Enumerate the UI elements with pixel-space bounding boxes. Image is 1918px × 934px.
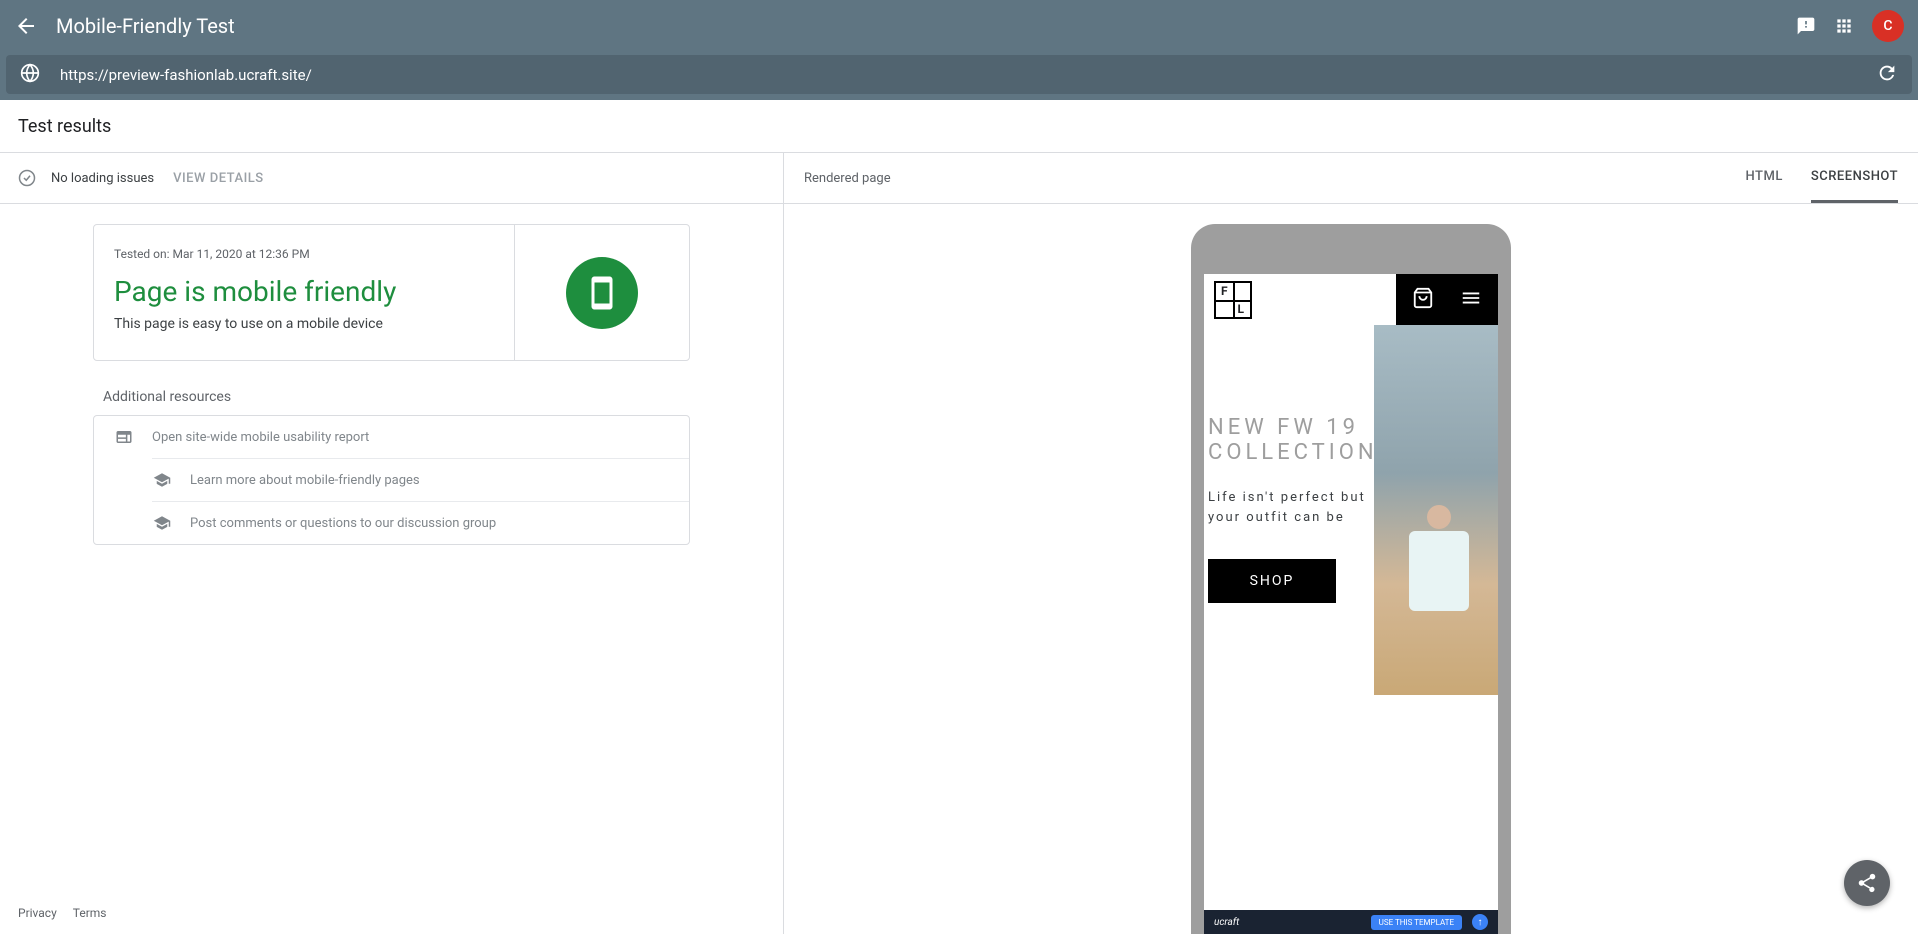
- url-bar: https://preview-fashionlab.ucraft.site/: [6, 55, 1912, 94]
- preview-shop-button: SHOP: [1208, 559, 1336, 603]
- url-bar-container: https://preview-fashionlab.ucraft.site/: [0, 52, 1918, 100]
- preview-area: F L: [784, 204, 1918, 934]
- check-circle-icon: [18, 169, 36, 187]
- preview-collection-title: NEW FW 19 COLLECTION: [1208, 415, 1379, 466]
- resource-text: Post comments or questions to our discus…: [190, 516, 496, 531]
- school-icon: [152, 471, 172, 489]
- phone-screen: F L: [1204, 274, 1498, 934]
- rendered-page-label: Rendered page: [804, 171, 1746, 186]
- globe-icon: [20, 63, 40, 87]
- results-header: Test results: [0, 100, 1918, 153]
- resource-text: Open site-wide mobile usability report: [152, 430, 369, 445]
- feedback-icon[interactable]: [1796, 16, 1816, 36]
- tab-screenshot[interactable]: SCREENSHOT: [1811, 153, 1898, 203]
- additional-resources-title: Additional resources: [103, 389, 690, 405]
- result-card: Tested on: Mar 11, 2020 at 12:36 PM Page…: [93, 224, 690, 361]
- user-avatar[interactable]: C: [1872, 10, 1904, 42]
- resource-learn-more[interactable]: Learn more about mobile-friendly pages: [152, 458, 689, 501]
- hamburger-menu-icon: [1460, 287, 1482, 313]
- tab-html[interactable]: HTML: [1746, 153, 1783, 203]
- resource-usability-report[interactable]: Open site-wide mobile usability report: [94, 416, 689, 458]
- logo-letter-l: L: [1238, 302, 1245, 316]
- loading-status-text: No loading issues: [51, 171, 154, 186]
- ucraft-logo: ucraft: [1214, 917, 1239, 928]
- app-header: Mobile-Friendly Test C: [0, 0, 1918, 52]
- preview-footer-bar: ucraft USE THIS TEMPLATE ↑: [1204, 910, 1498, 934]
- resource-text: Learn more about mobile-friendly pages: [190, 473, 420, 488]
- use-template-button: USE THIS TEMPLATE: [1371, 915, 1462, 930]
- tested-on-text: Tested on: Mar 11, 2020 at 12:36 PM: [114, 247, 486, 261]
- result-description: This page is easy to use on a mobile dev…: [114, 316, 486, 332]
- resources-card: Open site-wide mobile usability report L…: [93, 415, 690, 545]
- apps-grid-icon[interactable]: [1834, 16, 1854, 36]
- view-details-button[interactable]: VIEW DETAILS: [173, 171, 264, 186]
- mobile-success-icon: [566, 257, 638, 329]
- resource-discussion[interactable]: Post comments or questions to our discus…: [152, 501, 689, 544]
- app-title: Mobile-Friendly Test: [56, 14, 1796, 38]
- privacy-link[interactable]: Privacy: [18, 906, 57, 920]
- web-icon: [114, 428, 134, 446]
- loading-status-bar: No loading issues VIEW DETAILS: [0, 153, 783, 204]
- back-arrow-icon[interactable]: [14, 14, 38, 38]
- refresh-icon[interactable]: [1876, 62, 1898, 88]
- school-icon: [152, 514, 172, 532]
- logo-letter-f: F: [1221, 284, 1228, 298]
- url-input[interactable]: https://preview-fashionlab.ucraft.site/: [60, 66, 1876, 84]
- bag-icon: [1412, 287, 1434, 313]
- scroll-top-icon: ↑: [1472, 914, 1488, 930]
- result-title: Page is mobile friendly: [114, 275, 486, 308]
- left-pane: No loading issues VIEW DETAILS Tested on…: [0, 153, 784, 934]
- preview-logo: F L: [1214, 281, 1252, 319]
- phone-frame: F L: [1191, 224, 1511, 934]
- terms-link[interactable]: Terms: [73, 906, 107, 920]
- collection-line1: NEW FW 19: [1208, 415, 1359, 440]
- preview-hero-image: [1374, 325, 1498, 695]
- collection-line2: COLLECTION: [1208, 440, 1378, 465]
- right-pane: Rendered page HTML SCREENSHOT F L: [784, 153, 1918, 934]
- share-fab[interactable]: [1844, 860, 1890, 906]
- preview-tagline: Life isn't perfect but your outfit can b…: [1208, 488, 1379, 530]
- preview-site-header: F L: [1204, 274, 1498, 325]
- footer: Privacy Terms: [0, 892, 783, 934]
